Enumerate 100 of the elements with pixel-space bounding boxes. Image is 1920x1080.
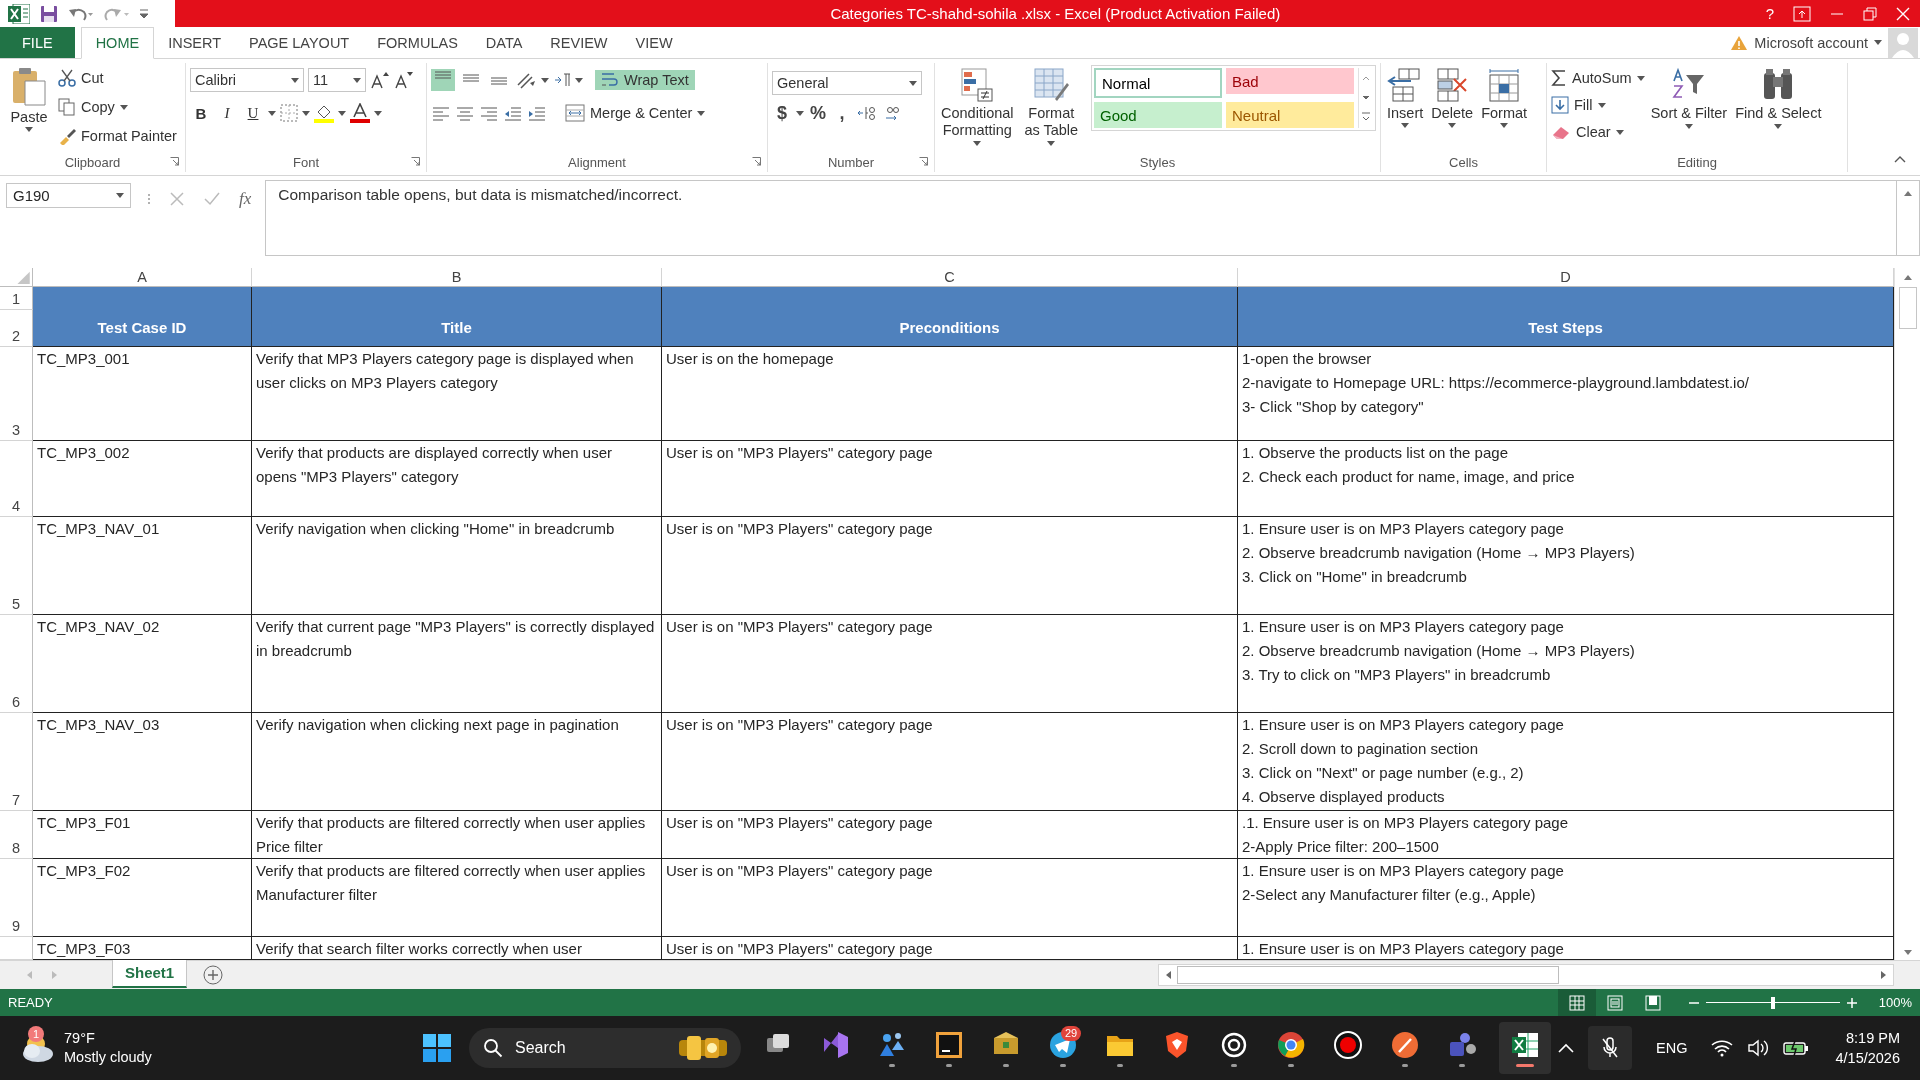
formula-field[interactable]: Comparison table opens, but data is mismatched/incorrect. [265, 180, 1896, 256]
underline-button[interactable]: U [242, 104, 264, 122]
scroll-thumb[interactable] [1177, 966, 1559, 984]
autosum-button[interactable]: AutoSum [1551, 65, 1645, 91]
caret-icon[interactable] [1636, 75, 1645, 81]
caret-icon[interactable] [909, 80, 917, 86]
copy-button[interactable]: Copy [58, 94, 177, 120]
row-header[interactable]: 6 [0, 615, 33, 713]
volume-icon[interactable] [1747, 1039, 1770, 1057]
number-format-field[interactable]: General [772, 71, 922, 95]
increase-indent-icon[interactable] [527, 105, 547, 121]
cell-style-option[interactable]: Good [1094, 102, 1222, 128]
ribbon-tab[interactable]: INSERT [154, 27, 236, 58]
dialog-launcher-icon[interactable] [919, 157, 928, 166]
chevron-up-icon[interactable] [1558, 1043, 1575, 1053]
file-tab[interactable]: FILE [0, 27, 75, 58]
merge-center-button[interactable]: Merge & Center [559, 102, 712, 124]
microphone-button[interactable] [1588, 1026, 1633, 1070]
format-button[interactable]: Format [1479, 65, 1530, 130]
grow-font-icon[interactable] [370, 71, 390, 89]
taskbar-app[interactable]: 29 [1043, 1022, 1083, 1074]
row-header[interactable]: 4 [0, 441, 33, 517]
sheet-tab[interactable]: Sheet1 [112, 959, 188, 988]
add-sheet-icon[interactable] [203, 965, 224, 985]
caret-icon[interactable] [1615, 129, 1624, 135]
caret-icon[interactable] [353, 77, 361, 83]
help-button[interactable]: ? [1765, 5, 1774, 22]
comma-button[interactable]: , [832, 102, 852, 124]
cell-style-option[interactable]: Neutral [1226, 102, 1354, 128]
decrease-indent-icon[interactable] [503, 105, 523, 121]
collapse-ribbon-icon[interactable] [1894, 155, 1906, 163]
clear-button[interactable]: Clear [1551, 119, 1645, 145]
taskbar-app[interactable] [1499, 1022, 1551, 1074]
cell-style-option[interactable]: Bad [1226, 68, 1354, 94]
restore-icon[interactable] [1863, 6, 1877, 21]
ribbon-tab[interactable]: HOME [80, 27, 155, 59]
wrap-text-button[interactable]: Wrap Text [595, 70, 695, 90]
wifi-icon[interactable] [1711, 1039, 1734, 1057]
caret-icon[interactable] [119, 104, 128, 110]
shrink-font-icon[interactable] [394, 71, 414, 89]
clock-button[interactable]: 8:19 PM 4/15/2026 [1835, 1028, 1900, 1068]
account-menu[interactable]: Microsoft account [1754, 34, 1868, 51]
dialog-launcher-icon[interactable] [411, 157, 420, 166]
delete-button[interactable]: Delete [1429, 65, 1476, 130]
percent-button[interactable]: % [808, 102, 828, 124]
caret-icon[interactable] [697, 110, 706, 116]
fill-color-icon[interactable] [314, 103, 334, 123]
paste-button[interactable]: Paste [4, 65, 54, 134]
sort-filter-button[interactable]: Sort & Filter [1648, 65, 1730, 131]
cut-button[interactable]: Cut [58, 65, 177, 91]
insert-function-button[interactable]: fx [239, 189, 252, 209]
caret-icon[interactable] [1401, 123, 1410, 128]
ribbon-tab[interactable]: FORMULAS [363, 27, 472, 58]
caret-icon[interactable] [541, 77, 549, 83]
caret-icon[interactable] [338, 110, 346, 116]
caret-icon[interactable] [374, 110, 382, 116]
ribbon-tab[interactable]: VIEW [621, 27, 687, 58]
slider-thumb[interactable] [1771, 996, 1775, 1009]
customize-icon[interactable] [140, 8, 148, 19]
caret-icon[interactable] [302, 110, 310, 116]
cell-style-option[interactable]: Normal [1094, 68, 1222, 98]
caret-icon[interactable] [1774, 124, 1783, 129]
orientation-icon[interactable] [515, 71, 537, 89]
caret-icon[interactable] [1448, 123, 1457, 128]
search-button[interactable]: Search [469, 1028, 741, 1068]
bold-button[interactable]: B [190, 104, 212, 122]
caret-icon[interactable] [575, 77, 583, 83]
caret-icon[interactable] [1500, 123, 1509, 128]
horizontal-scrollbar[interactable] [1158, 964, 1894, 986]
row-header[interactable]: 8 [0, 811, 33, 859]
caret-icon[interactable] [268, 110, 276, 116]
fill-button[interactable]: Fill [1551, 92, 1645, 118]
caret-icon[interactable] [1047, 141, 1056, 146]
find-select-button[interactable]: Find & Select [1733, 65, 1824, 131]
excel-logo-icon[interactable] [8, 3, 30, 24]
save-icon[interactable] [40, 4, 58, 23]
row-header[interactable]: 3 [0, 347, 33, 441]
row-header[interactable]: 7 [0, 713, 33, 811]
caret-icon[interactable] [1874, 40, 1882, 45]
format-painter-button[interactable]: Format Painter [58, 123, 177, 149]
close-icon[interactable] [1896, 6, 1910, 21]
caret-icon[interactable] [796, 110, 804, 116]
caret-icon[interactable] [116, 193, 124, 198]
start-icon[interactable] [422, 1033, 452, 1063]
italic-button[interactable]: I [216, 104, 238, 122]
row-header[interactable]: 5 [0, 517, 33, 615]
name-box[interactable]: G190 [6, 183, 131, 208]
currency-button[interactable]: $ [772, 102, 792, 124]
zoom-in-icon[interactable] [1846, 996, 1858, 1009]
conditional-formatting-button[interactable]: Conditional Formatting [939, 65, 1016, 148]
caret-icon[interactable] [25, 127, 33, 132]
ribbon-display-icon[interactable] [1793, 5, 1811, 22]
caret-icon[interactable] [1597, 102, 1606, 108]
font-size-field[interactable]: 11 [308, 68, 366, 92]
caret-icon[interactable] [973, 141, 982, 146]
vertical-scrollbar[interactable] [1894, 268, 1920, 960]
ribbon-tab[interactable]: DATA [471, 27, 537, 58]
ribbon-tab[interactable]: PAGE LAYOUT [235, 27, 364, 58]
row-header[interactable]: 9 [0, 859, 33, 937]
language-indicator[interactable]: ENG [1656, 1040, 1688, 1056]
